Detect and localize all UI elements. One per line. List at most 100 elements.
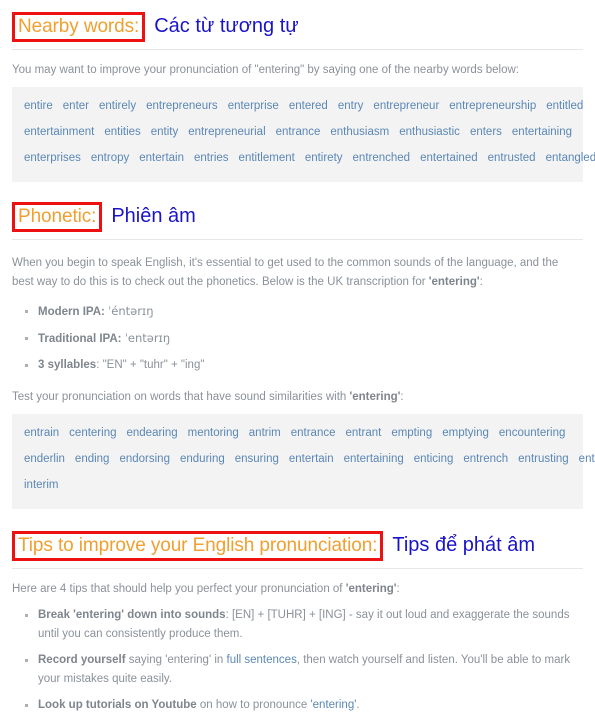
full-sentences-link[interactable]: full sentences	[227, 654, 297, 666]
word-link[interactable]: entangled	[546, 147, 595, 170]
word-link[interactable]: entertain	[289, 448, 334, 471]
traditional-ipa-label: Traditional IPA:	[38, 333, 122, 345]
list-item: Break 'entering' down into sounds: [EN] …	[25, 606, 583, 644]
tip-bold: Look up tutorials on Youtube	[38, 699, 197, 711]
tip-text-tail: .	[356, 699, 360, 711]
word-link[interactable]: entire	[24, 95, 53, 118]
word-link[interactable]: entrance	[291, 422, 336, 445]
similar-words-line: interim	[24, 474, 571, 500]
word-link[interactable]: mentoring	[188, 422, 239, 445]
word-link[interactable]: entertaining	[344, 448, 404, 471]
nearby-words-line: entertainment entities entity entreprene…	[24, 121, 572, 147]
word-link[interactable]: entrepreneur	[373, 95, 439, 118]
list-item: Modern IPA: ˈéntərɪŋ	[25, 302, 583, 322]
word-link[interactable]: encountering	[499, 422, 566, 445]
word-link[interactable]: enthusiastic	[399, 121, 460, 144]
word-link[interactable]: entitlement	[239, 147, 295, 170]
word-link[interactable]: emptying	[442, 422, 489, 445]
phonetic-test-word: 'entering'	[349, 391, 401, 403]
word-link[interactable]: entrepreneurial	[188, 121, 265, 144]
similar-words-line: enderlin ending endorsing enduring ensur…	[24, 448, 595, 474]
tips-heading-row: Tips to improve your English pronunciati…	[12, 509, 583, 561]
word-link[interactable]: enthusiasm	[330, 121, 389, 144]
phonetic-test-text: Test your pronunciation on words that ha…	[12, 391, 350, 403]
phonetic-test-intro: Test your pronunciation on words that ha…	[12, 389, 583, 405]
phonetic-list: Modern IPA: ˈéntərɪŋ Traditional IPA: ˈe…	[12, 302, 583, 375]
phonetic-intro: When you begin to speak English, it's es…	[12, 254, 583, 292]
word-link[interactable]: antrim	[249, 422, 281, 445]
nearby-words-intro: You may want to improve your pronunciati…	[12, 64, 520, 76]
word-link[interactable]: entity	[151, 121, 179, 144]
list-item: Look up tutorials on Youtube on how to p…	[25, 696, 583, 715]
phonetic-intro-tail: :	[479, 276, 483, 288]
syllables-label: 3 syllables	[38, 359, 97, 371]
word-link[interactable]: entertained	[420, 147, 478, 170]
word-link[interactable]: entertaining	[512, 121, 572, 144]
tip-bold: Record yourself	[38, 654, 126, 666]
word-link[interactable]: empting	[391, 422, 432, 445]
word-link[interactable]: enticing	[414, 448, 454, 471]
word-link[interactable]: enterprises	[24, 147, 81, 170]
word-link[interactable]: enderlin	[24, 448, 65, 471]
list-item: Traditional IPA: ˈentərɪŋ	[25, 329, 583, 349]
nearby-words-heading-en: Nearby words:	[12, 12, 146, 42]
phonetic-intro-word: 'entering'	[428, 276, 480, 288]
tips-intro-word: 'entering'	[345, 583, 397, 595]
word-link[interactable]: entry	[338, 95, 364, 118]
word-link[interactable]: entry	[579, 448, 595, 471]
nearby-words-panel: entire enter entirely entrepreneurs ente…	[12, 87, 595, 182]
word-link[interactable]: entrepreneurs	[146, 95, 218, 118]
phonetic-heading-row: Phonetic: Phiên âm	[12, 182, 583, 232]
list-item: 3 syllables: "EN" + "tuhr" + "ing"	[25, 356, 583, 375]
nearby-words-line: enterprises entropy entertain entries en…	[24, 147, 595, 173]
syllables-value: : "EN" + "tuhr" + "ing"	[96, 359, 205, 371]
word-link[interactable]: enterprise	[228, 95, 279, 118]
word-link[interactable]: enter	[63, 95, 89, 118]
word-link[interactable]: interim	[24, 474, 59, 497]
similar-words-panel: entrain centering endearing mentoring an…	[12, 414, 595, 509]
tips-intro: Here are 4 tips that should help you per…	[12, 581, 583, 597]
tips-intro-text: Here are 4 tips that should help you per…	[12, 583, 346, 595]
word-link[interactable]: entrant	[346, 422, 382, 445]
word-link[interactable]: enters	[470, 121, 502, 144]
modern-ipa-label: Modern IPA:	[38, 306, 105, 318]
word-link[interactable]: endearing	[126, 422, 177, 445]
list-item: Record yourself saying 'entering' in ful…	[25, 651, 583, 689]
phonetic-heading-en: Phonetic:	[12, 202, 103, 232]
word-link[interactable]: entries	[194, 147, 229, 170]
word-link[interactable]: centering	[69, 422, 116, 445]
word-link[interactable]: entrenched	[353, 147, 411, 170]
word-link[interactable]: entrench	[463, 448, 508, 471]
word-link[interactable]: entrance	[276, 121, 321, 144]
entering-link[interactable]: 'entering'	[310, 699, 356, 711]
word-link[interactable]: entitled	[546, 95, 583, 118]
phonetic-test-tail: :	[400, 391, 404, 403]
word-link[interactable]: entertain	[139, 147, 184, 170]
nearby-words-divider	[12, 49, 583, 50]
modern-ipa-value: ˈéntərɪŋ	[108, 304, 154, 318]
word-link[interactable]: entrusting	[518, 448, 569, 471]
tips-list: Break 'entering' down into sounds: [EN] …	[12, 606, 583, 715]
similar-words-line: entrain centering endearing mentoring an…	[24, 422, 571, 448]
tip-text: saying 'entering' in	[125, 654, 227, 666]
word-link[interactable]: entities	[104, 121, 140, 144]
word-link[interactable]: entirely	[99, 95, 136, 118]
word-link[interactable]: ensuring	[235, 448, 279, 471]
word-link[interactable]: enduring	[180, 448, 225, 471]
word-link[interactable]: entertainment	[24, 121, 94, 144]
word-link[interactable]: entered	[289, 95, 328, 118]
phonetic-heading-vi: Phiên âm	[111, 205, 196, 227]
word-link[interactable]: entropy	[91, 147, 129, 170]
tip-text: on how to pronounce	[196, 699, 311, 711]
word-link[interactable]: entrepreneurship	[449, 95, 536, 118]
word-link[interactable]: entrain	[24, 422, 59, 445]
tips-divider	[12, 568, 583, 569]
nearby-words-heading-row: Nearby words: Các từ tương tự	[12, 0, 583, 42]
tips-intro-tail: :	[396, 583, 400, 595]
word-link[interactable]: ending	[75, 448, 110, 471]
phonetic-divider	[12, 239, 583, 240]
word-link[interactable]: entirety	[305, 147, 343, 170]
word-link[interactable]: endorsing	[119, 448, 170, 471]
word-link[interactable]: entrusted	[488, 147, 536, 170]
pronunciation-page: Nearby words: Các từ tương tự You may wa…	[0, 0, 595, 711]
